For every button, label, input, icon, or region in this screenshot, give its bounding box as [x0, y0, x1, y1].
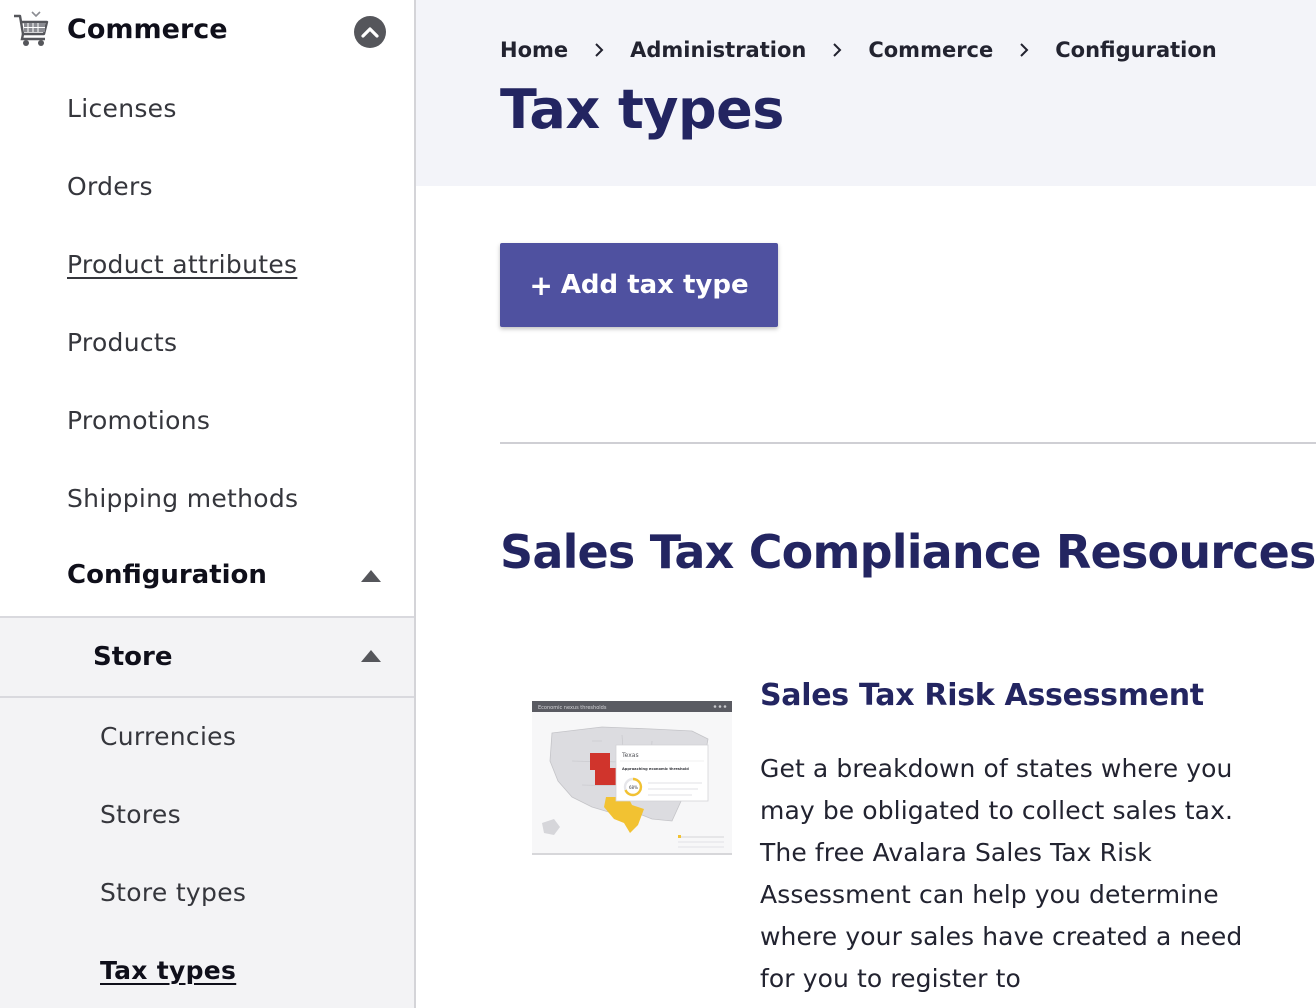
- sidebar-item-products[interactable]: Products: [67, 328, 177, 357]
- resource-description: Get a breakdown of states where you may …: [760, 754, 1243, 993]
- sidebar-item-promotions[interactable]: Promotions: [67, 406, 210, 435]
- chevron-right-icon: [833, 43, 842, 57]
- add-tax-type-label: Add tax type: [560, 270, 749, 300]
- thumbnail-header-text: Economic nexus thresholds: [538, 705, 607, 711]
- sidebar-store-label: Store: [93, 642, 173, 672]
- thumbnail-state-label: Texas: [621, 752, 639, 759]
- add-tax-type-button[interactable]: + Add tax type: [500, 243, 778, 327]
- resource-title-link[interactable]: Sales Tax Risk Assessment: [760, 678, 1204, 713]
- sidebar-configuration-submenu: Store Currencies Stores Store types Tax …: [0, 616, 414, 1008]
- us-map-thumbnail-image: Economic nexus thresholds Texas Approach…: [532, 701, 732, 855]
- page-title: Tax types: [500, 78, 784, 141]
- triangle-up-icon: [361, 570, 381, 582]
- thumbnail-percent-text: 68%: [629, 785, 638, 790]
- sidebar-item-tax-types[interactable]: Tax types: [100, 956, 236, 985]
- sidebar-configuration-label: Configuration: [67, 560, 267, 590]
- collapse-commerce-button[interactable]: [354, 16, 386, 48]
- sidebar-item-configuration[interactable]: Configuration: [0, 538, 414, 616]
- triangle-up-icon: [361, 650, 381, 662]
- chevron-up-icon: [361, 27, 379, 38]
- chevron-right-icon: [1020, 43, 1029, 57]
- divider: [500, 442, 1316, 444]
- sidebar-item-product-attributes[interactable]: Product attributes: [67, 250, 297, 279]
- breadcrumb-commerce[interactable]: Commerce: [868, 38, 993, 62]
- thumbnail-status-text: Approaching economic threshold: [622, 767, 689, 771]
- sidebar-item-licenses[interactable]: Licenses: [67, 94, 177, 123]
- breadcrumb-configuration[interactable]: Configuration: [1055, 38, 1216, 62]
- sidebar-item-shipping-methods[interactable]: Shipping methods: [67, 484, 298, 513]
- page-header: Home Administration Commerce Configurati…: [416, 0, 1316, 186]
- sidebar-item-store[interactable]: Store: [0, 618, 414, 698]
- breadcrumb: Home Administration Commerce Configurati…: [500, 38, 1217, 62]
- risk-assessment-thumbnail[interactable]: Economic nexus thresholds Texas Approach…: [532, 701, 732, 855]
- sidebar-item-store-types[interactable]: Store types: [100, 878, 246, 907]
- breadcrumb-administration[interactable]: Administration: [630, 38, 806, 62]
- chevron-right-icon: [595, 43, 604, 57]
- cart-icon: [14, 11, 49, 46]
- sidebar-item-stores[interactable]: Stores: [100, 800, 181, 829]
- section-title: Sales Tax Compliance Resources: [500, 525, 1316, 579]
- admin-sidebar: Commerce Licenses Orders Product attribu…: [0, 0, 416, 1008]
- sidebar-item-orders[interactable]: Orders: [67, 172, 153, 201]
- breadcrumb-home[interactable]: Home: [500, 38, 568, 62]
- plus-icon: +: [529, 268, 553, 302]
- sidebar-header-commerce[interactable]: Commerce: [0, 0, 414, 64]
- sidebar-item-currencies[interactable]: Currencies: [100, 722, 236, 751]
- sidebar-header-label: Commerce: [67, 14, 228, 45]
